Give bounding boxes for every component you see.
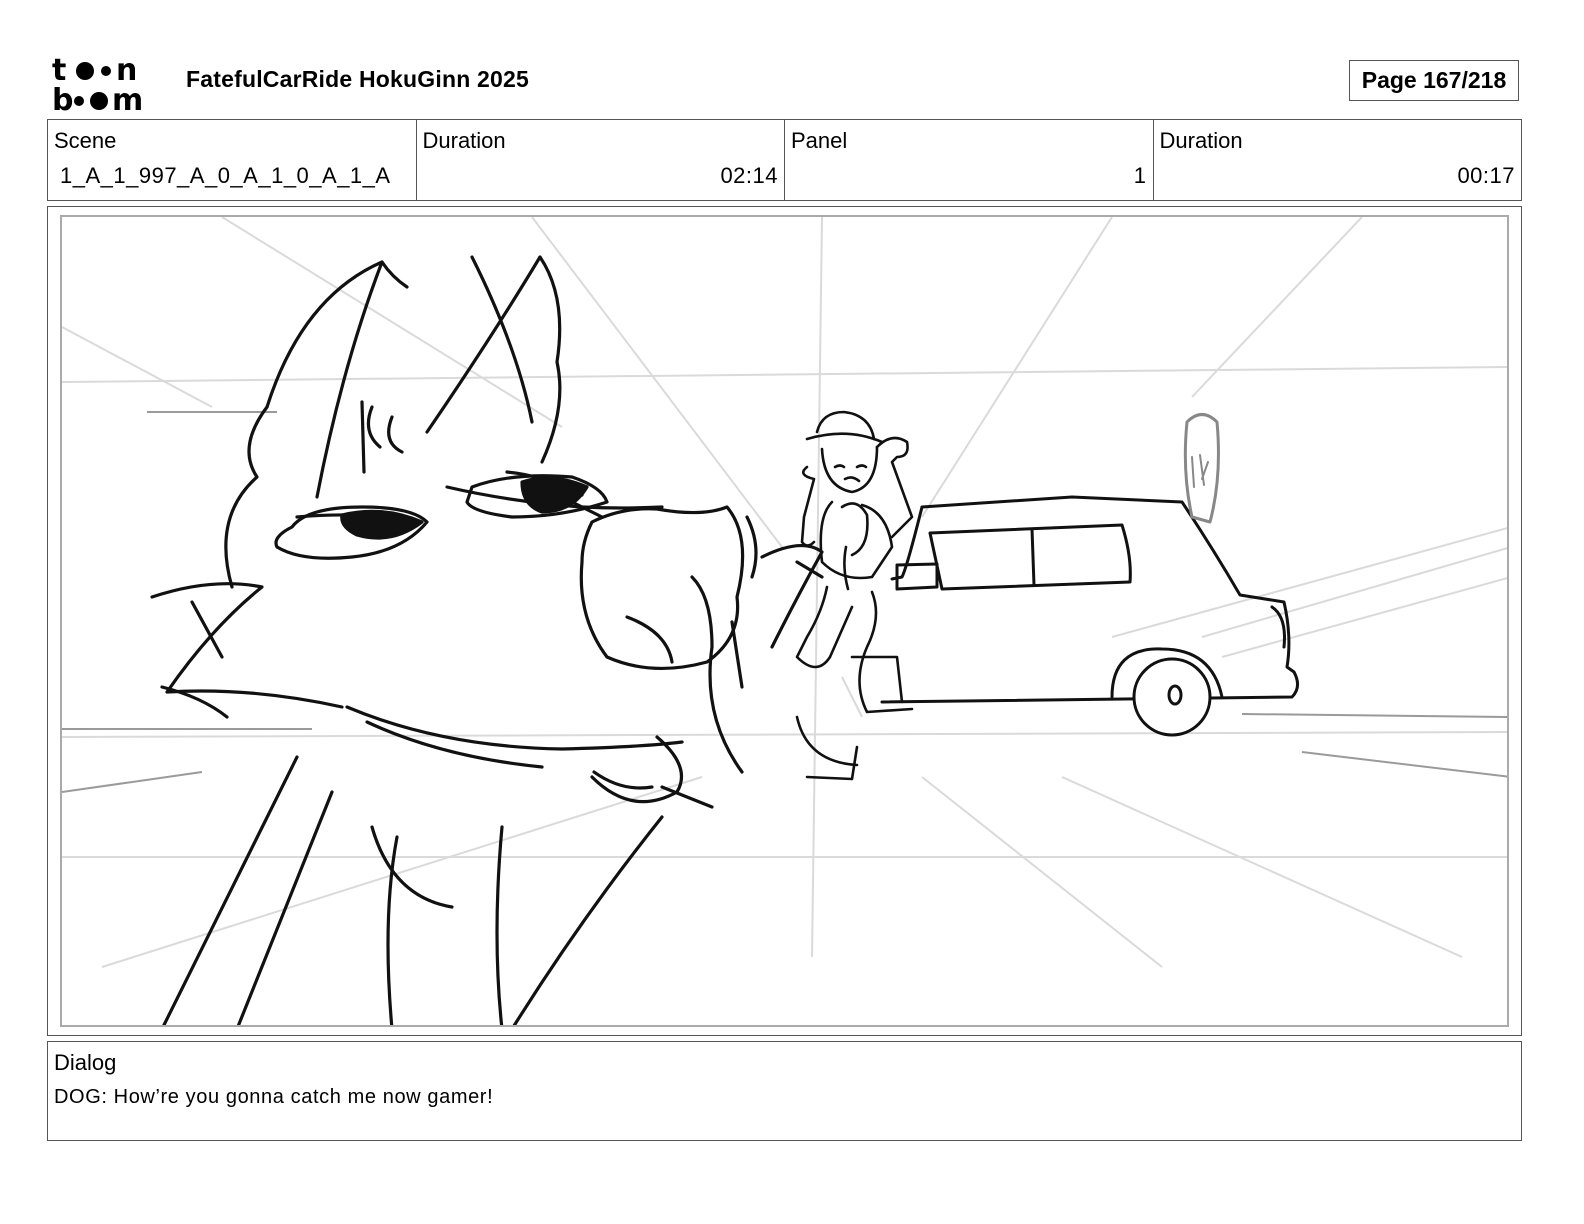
panel-cell: Panel 1: [785, 120, 1154, 200]
toonboom-logo: t n b m: [52, 52, 164, 118]
dialog-text: DOG: How’re you gonna catch me now gamer…: [54, 1086, 494, 1108]
dialog-label: Dialog: [54, 1050, 117, 1075]
svg-text:b: b: [52, 83, 73, 114]
dialog-box: Dialog DOG: How’re you gonna catch me no…: [47, 1041, 1522, 1141]
perspective-guides: [62, 217, 1507, 968]
scene-cell: Scene 1_A_1_997_A_0_A_1_0_A_1_A: [48, 120, 417, 200]
storyboard-panel-image: [60, 215, 1509, 1027]
scene-duration-value: 02:14: [720, 163, 778, 188]
dog-drawing: [150, 255, 824, 1025]
project-title: FatefulCarRide HokuGinn 2025: [186, 66, 530, 92]
panel-duration-label: Duration: [1159, 128, 1243, 153]
panel-value: 1: [1133, 163, 1147, 188]
scene-value: 1_A_1_997_A_0_A_1_0_A_1_A: [60, 163, 391, 188]
scene-duration-label: Duration: [422, 128, 506, 153]
page-number: Page 167/218: [1349, 60, 1519, 101]
storyboard-panel-frame: [47, 206, 1522, 1036]
panel-duration-value: 00:17: [1457, 163, 1515, 188]
panel-duration-cell: Duration 00:17: [1154, 120, 1522, 200]
scene-info-table: Scene 1_A_1_997_A_0_A_1_0_A_1_A Duration…: [47, 119, 1522, 201]
scene-duration-cell: Duration 02:14: [417, 120, 785, 200]
panel-label: Panel: [791, 128, 848, 153]
scene-label: Scene: [54, 128, 117, 153]
car-drawing: [880, 413, 1299, 737]
svg-text:m: m: [112, 83, 143, 114]
